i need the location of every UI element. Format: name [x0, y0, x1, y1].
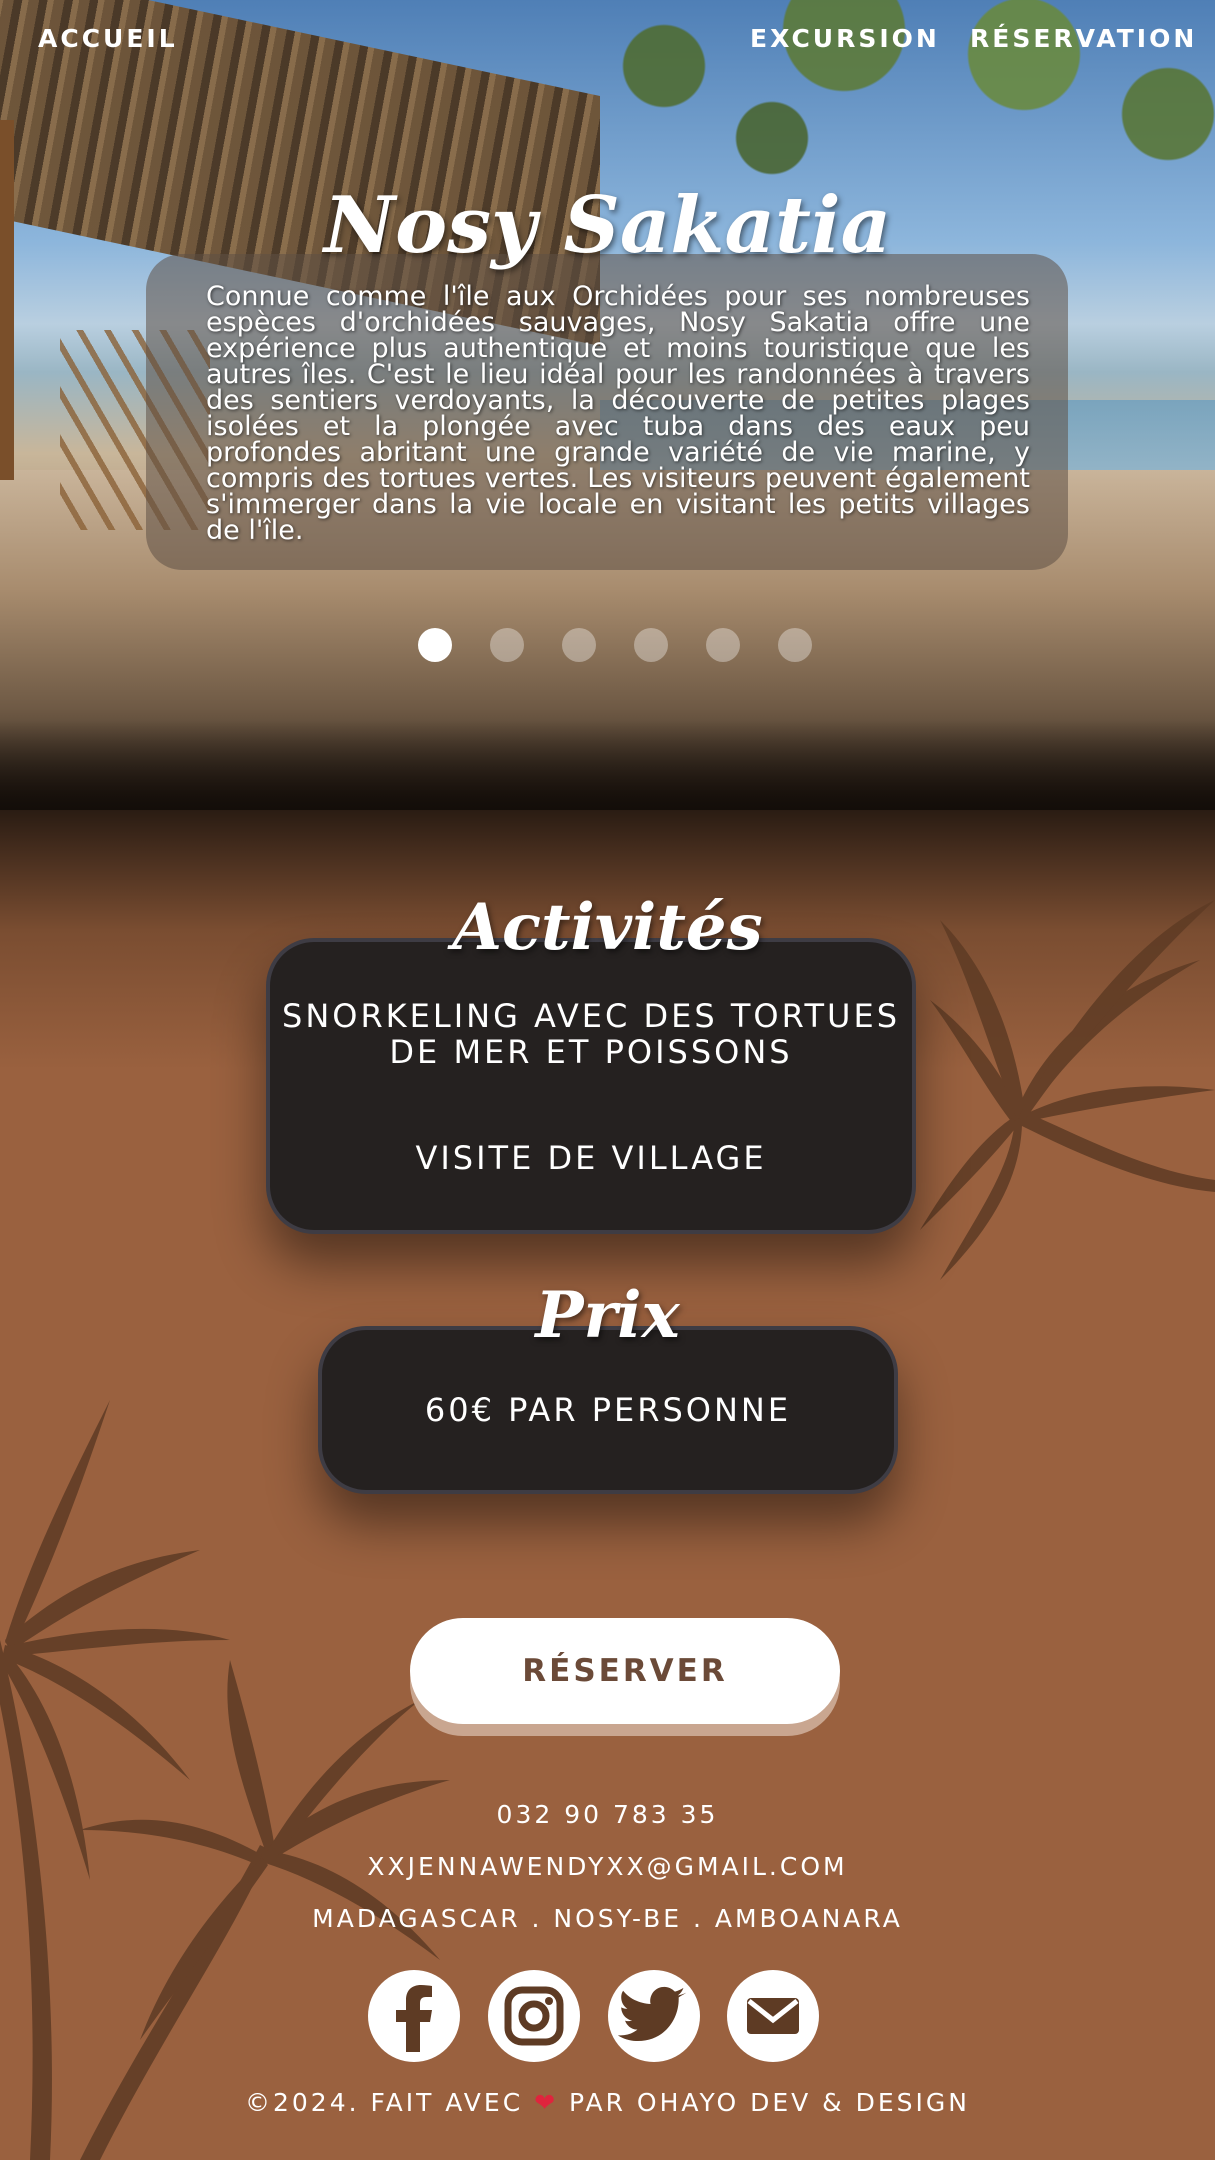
carousel-dot-3[interactable]	[562, 628, 596, 662]
nav-excursion-link[interactable]: EXCURSION	[750, 24, 940, 53]
wooden-post	[0, 120, 14, 480]
hero-fade	[0, 720, 1215, 810]
contact-email[interactable]: XXJENNAWENDYXX@GMAIL.COM	[0, 1852, 1215, 1881]
mail-icon	[747, 1998, 799, 2034]
reserve-button[interactable]: RÉSERVER	[410, 1618, 840, 1724]
activities-card: SNORKELING AVEC DES TORTUES DE MER ET PO…	[266, 938, 916, 1234]
activity-item-village: VISITE DE VILLAGE	[415, 1139, 767, 1177]
carousel-dot-2[interactable]	[490, 628, 524, 662]
instagram-icon	[504, 1986, 564, 2046]
footer-prefix: ©2024. FAIT AVEC	[245, 2088, 524, 2117]
nav-reservation-link[interactable]: RÉSERVATION	[970, 24, 1197, 53]
facebook-icon	[396, 1985, 432, 2052]
contact-address: MADAGASCAR . NOSY-BE . AMBOANARA	[312, 1904, 903, 1933]
carousel-dot-4[interactable]	[634, 628, 668, 662]
nav-home-link[interactable]: ACCUEIL	[38, 24, 178, 53]
footer-text: ©2024. FAIT AVEC ❤ PAR OHAYO DEV & DESIG…	[0, 2088, 1215, 2117]
facebook-link[interactable]	[368, 1970, 460, 2062]
twitter-icon	[617, 1986, 687, 2042]
price-title: Prix	[535, 1278, 680, 1353]
contact-phone[interactable]: 032 90 783 35	[0, 1800, 1215, 1829]
carousel-dot-6[interactable]	[778, 628, 812, 662]
hero-description: Connue comme l'île aux Orchidées pour se…	[206, 281, 1030, 546]
heart-icon: ❤	[534, 2088, 559, 2117]
hero-title: Nosy Sakatia	[323, 180, 892, 271]
mail-link[interactable]	[727, 1970, 819, 2062]
hero-banner: ACCUEIL EXCURSION RÉSERVATION Nosy Sakat…	[0, 0, 1215, 810]
activity-item-snorkeling: SNORKELING AVEC DES TORTUES DE MER ET PO…	[282, 997, 900, 1071]
carousel-dot-5[interactable]	[706, 628, 740, 662]
carousel-dot-1[interactable]	[418, 628, 452, 662]
activities-title: Activités	[452, 890, 763, 965]
instagram-link[interactable]	[488, 1970, 580, 2062]
price-value: 60€ PAR PERSONNE	[424, 1391, 792, 1429]
footer-suffix: PAR OHAYO DEV & DESIGN	[569, 2088, 970, 2117]
twitter-link[interactable]	[608, 1970, 700, 2062]
